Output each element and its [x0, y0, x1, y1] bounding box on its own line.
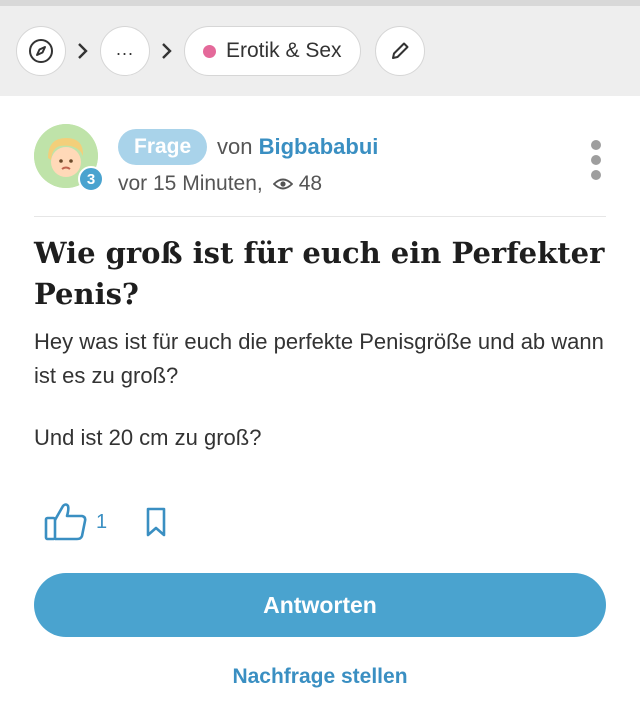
- breadcrumb-bar: ... Erotik & Sex: [0, 0, 640, 96]
- explore-button[interactable]: [16, 26, 66, 76]
- bookmark-icon[interactable]: [145, 506, 167, 538]
- chevron-right-icon: [76, 41, 90, 61]
- post-time: vor 15 Minuten,: [118, 172, 263, 195]
- question-body: Hey was ist für euch die perfekte Penisg…: [34, 329, 604, 388]
- post-actions: 1: [34, 497, 606, 547]
- category-label: Erotik & Sex: [226, 39, 342, 62]
- author-link[interactable]: Bigbababui: [259, 134, 379, 159]
- more-options-button[interactable]: [586, 140, 606, 185]
- post-type-badge: Frage: [118, 129, 208, 165]
- like-count: 1: [96, 510, 108, 533]
- category-pill[interactable]: Erotik & Sex: [184, 26, 361, 76]
- user-level-badge: 3: [78, 166, 104, 192]
- chevron-right-icon: [160, 41, 174, 61]
- view-count-value: 48: [298, 172, 323, 195]
- question-card: 3 Frage von Bigbababui vor 15 Minuten, 4…: [0, 96, 640, 689]
- edit-button[interactable]: [374, 26, 425, 76]
- thumbs-up-icon[interactable]: [44, 502, 88, 542]
- category-color-dot: [203, 44, 216, 58]
- more-vertical-icon: [591, 140, 601, 150]
- by-label: von: [217, 134, 253, 159]
- view-count: 48: [272, 172, 323, 196]
- breadcrumb-ellipsis-button[interactable]: ...: [100, 26, 150, 76]
- ellipsis-label: ...: [115, 38, 134, 59]
- author-line: von Bigbababui: [217, 134, 378, 160]
- follow-up-question-link[interactable]: Nachfrage stellen: [34, 665, 606, 689]
- post-meta: 3 Frage von Bigbababui vor 15 Minuten, 4…: [34, 96, 606, 217]
- question-title: Wie groß ist für euch ein Perfekter Peni…: [34, 236, 605, 311]
- post-time-line: vor 15 Minuten, 48: [118, 172, 322, 196]
- question-body-second: Und ist 20 cm zu groß?: [34, 425, 262, 450]
- compass-icon: [29, 39, 53, 63]
- eye-icon: [272, 178, 293, 190]
- answer-button[interactable]: Antworten: [34, 573, 606, 637]
- pencil-icon: [391, 42, 409, 59]
